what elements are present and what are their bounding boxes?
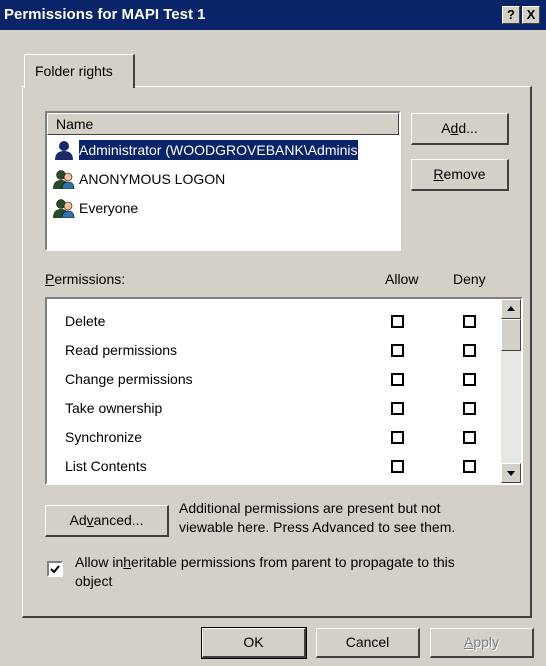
permission-row: Change permissions [65,365,505,394]
scroll-up-button[interactable] [501,299,521,319]
names-list[interactable]: Name Administrator (WOODGROVEBANK\Admini… [45,111,401,251]
permission-row: List Contents [65,452,505,481]
permission-row: Read permissions [65,336,505,365]
permission-name: List Contents [65,458,147,474]
scroll-thumb[interactable] [501,319,521,351]
permission-name: Change permissions [65,371,193,387]
allow-checkbox[interactable] [391,431,404,444]
permissions-label: Permissions: [45,271,126,287]
permission-row: Synchronize [65,423,505,452]
advanced-button[interactable]: Advanced... [45,505,169,537]
scroll-down-button[interactable] [501,463,521,483]
arrow-down-icon [507,471,515,476]
allow-checkbox[interactable] [391,402,404,415]
checkmark-icon [50,565,60,574]
help-icon: ? [507,7,515,22]
tab-label: Folder rights [35,63,113,79]
allow-column-header: Allow [385,271,419,287]
list-item-label: Everyone [79,200,139,216]
permission-name: Delete [65,313,106,329]
deny-checkbox[interactable] [463,460,476,473]
close-button[interactable]: X [522,6,540,24]
title-bar: Permissions for MAPI Test 1 ? X [0,0,546,30]
allow-checkbox[interactable] [391,460,404,473]
list-item-administrator[interactable]: Administrator (WOODGROVEBANK\Adminis [49,136,399,164]
ok-button[interactable]: OK [201,627,307,659]
permission-name: Read permissions [65,342,178,358]
permissions-list[interactable]: Delete Read permissions Change permissio… [45,297,523,485]
user-icon [55,141,73,160]
advanced-note: Additional permissions are present but n… [179,500,456,535]
help-button[interactable]: ? [502,6,520,24]
remove-button[interactable]: Remove [411,159,509,191]
group-icon [53,199,75,218]
allow-checkbox[interactable] [391,315,404,328]
inherit-label[interactable]: Allow inheritable permissions from paren… [75,553,455,591]
deny-checkbox[interactable] [463,344,476,357]
group-icon [53,170,75,189]
tab-panel: Name Administrator (WOODGROVEBANK\Admini… [22,86,532,618]
list-item-label: ANONYMOUS LOGON [79,171,226,187]
deny-checkbox[interactable] [463,315,476,328]
allow-checkbox[interactable] [391,373,404,386]
inherit-checkbox[interactable] [47,561,63,577]
tab-folder-rights[interactable]: Folder rights [24,54,135,88]
permissions-scrollbar[interactable] [501,299,521,483]
allow-checkbox[interactable] [391,344,404,357]
permission-row: Take ownership [65,394,505,423]
deny-checkbox[interactable] [463,373,476,386]
arrow-up-icon [507,306,515,311]
window-title: Permissions for MAPI Test 1 [4,6,206,23]
close-icon: X [526,7,536,22]
permission-name: Take ownership [65,400,163,416]
list-item-anonymous-logon[interactable]: ANONYMOUS LOGON [49,165,399,193]
add-button[interactable]: Add... [411,113,509,145]
name-column-header[interactable]: Name [47,113,399,135]
list-item-label: Administrator (WOODGROVEBANK\Adminis [79,140,358,160]
cancel-button[interactable]: Cancel [316,628,420,658]
deny-checkbox[interactable] [463,402,476,415]
list-item-everyone[interactable]: Everyone [49,194,399,222]
apply-button[interactable]: Apply [430,628,534,658]
deny-checkbox[interactable] [463,431,476,444]
permission-name: Synchronize [65,429,143,445]
permission-row: Delete [65,307,505,336]
name-column-label: Name [56,116,94,132]
deny-column-header: Deny [453,271,486,287]
